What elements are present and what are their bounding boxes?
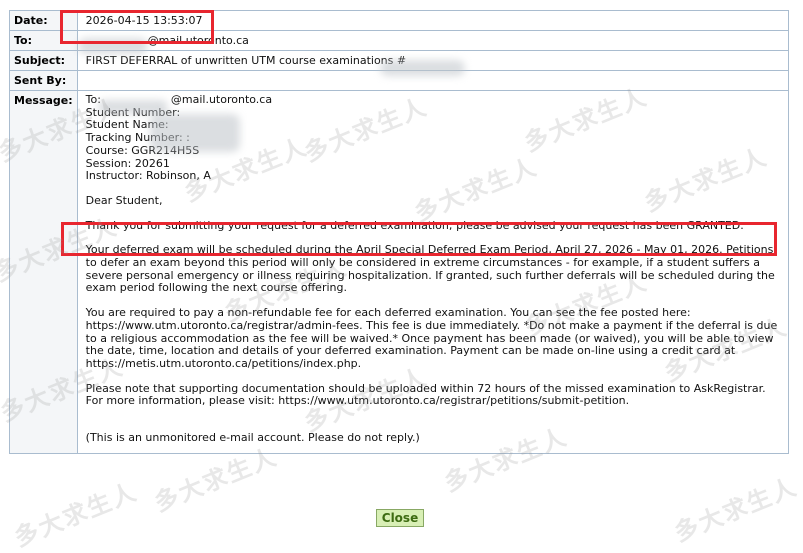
fee-paragraph: You are required to pay a non-refundable… bbox=[85, 306, 778, 370]
schedule-paragraph: Your deferred exam will be scheduled dur… bbox=[85, 243, 775, 295]
greeting: Dear Student, bbox=[85, 193, 163, 207]
date-value: 2026-04-15 13:53:07 bbox=[76, 10, 790, 31]
sent-by-label: Sent By: bbox=[9, 70, 78, 91]
to-label: To: bbox=[9, 30, 78, 51]
redaction-blur bbox=[98, 100, 168, 114]
to-address: @mail.utoronto.ca bbox=[147, 34, 249, 47]
redaction-blur bbox=[78, 38, 148, 54]
subject-label: Subject: bbox=[9, 50, 78, 71]
close-button[interactable]: Close bbox=[376, 509, 424, 527]
watermark: 多大求生人 bbox=[670, 472, 802, 548]
message-details-table: Date: 2026-04-15 13:53:07 To: @mail.utor… bbox=[9, 10, 790, 454]
to-value: @mail.utoronto.ca bbox=[76, 30, 790, 51]
watermark: 多大求生人 bbox=[10, 477, 142, 553]
redaction-blur bbox=[150, 114, 240, 152]
instructor-line: Instructor: Robinson, A bbox=[85, 169, 211, 183]
granted-paragraph: Thank you for submitting your request fo… bbox=[85, 218, 744, 232]
unmonitored-notice: (This is an unmonitored e-mail account. … bbox=[85, 431, 420, 445]
documentation-paragraph: Please note that supporting documentatio… bbox=[85, 381, 766, 408]
message-to-line: To: @mail.utoronto.ca bbox=[85, 93, 273, 106]
message-label: Message: bbox=[9, 90, 78, 454]
redaction-blur bbox=[380, 60, 465, 76]
date-label: Date: bbox=[9, 10, 78, 31]
